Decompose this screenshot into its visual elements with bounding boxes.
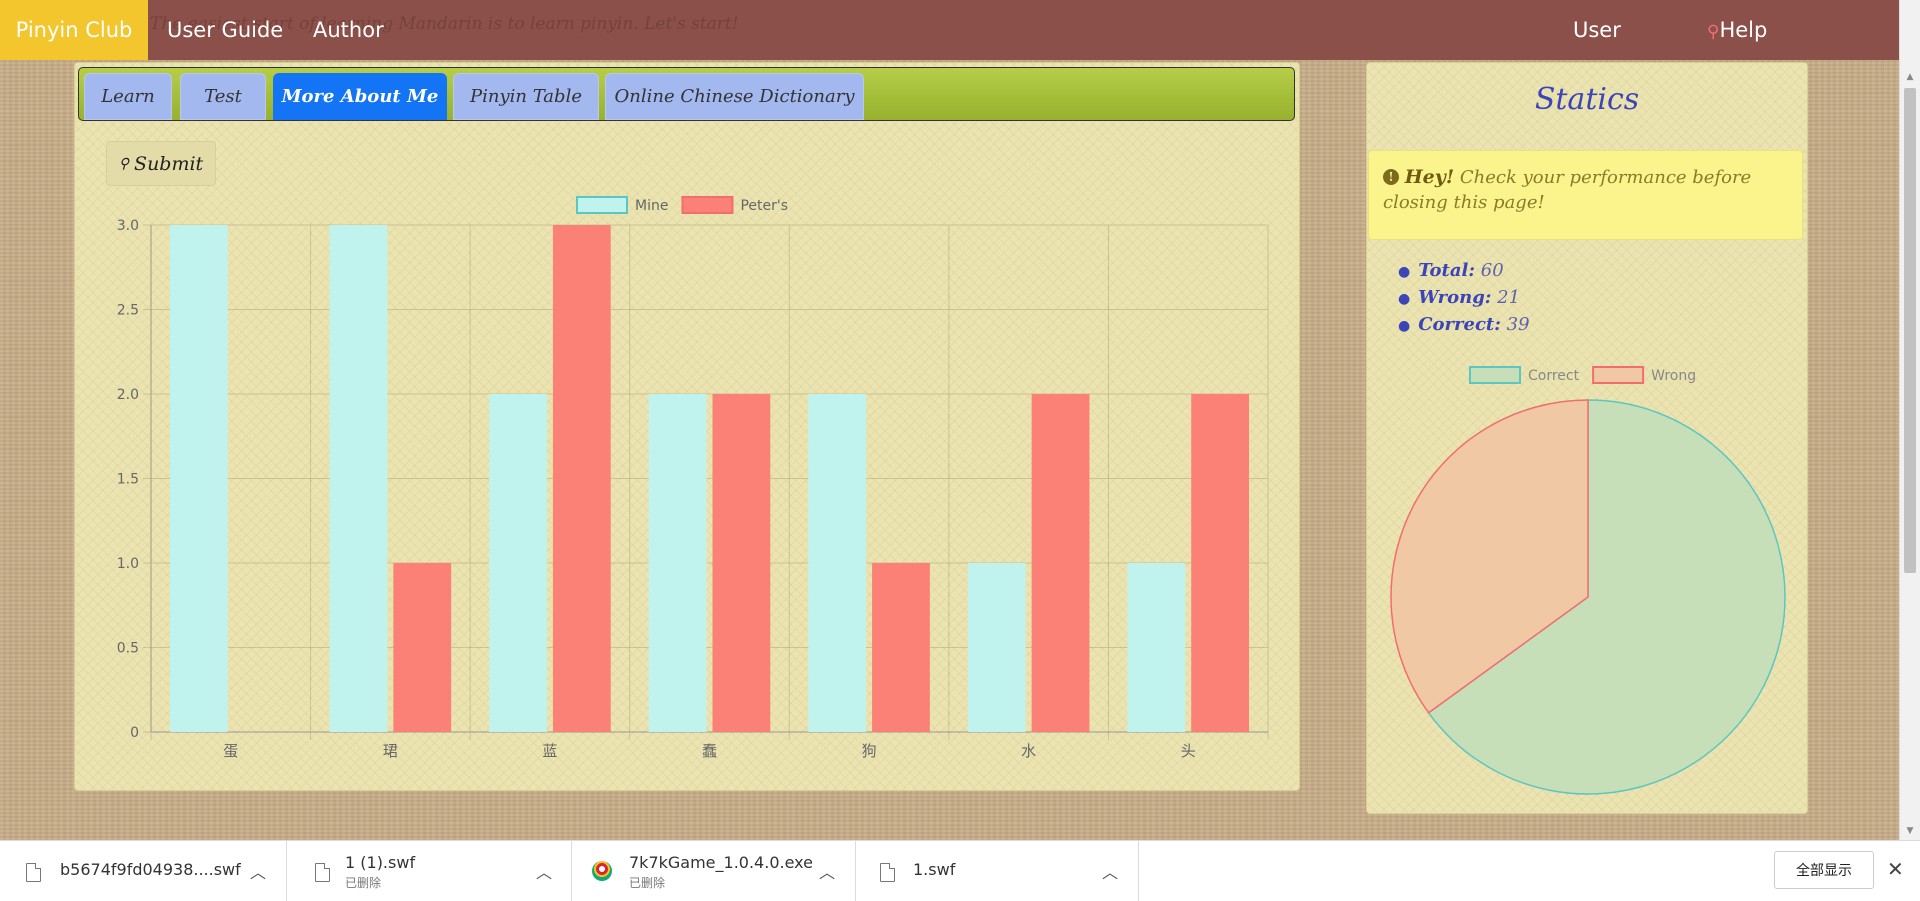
download-item[interactable]: 7k7kGame_1.0.4.0.exe 已删除 ︿	[572, 841, 856, 901]
download-item[interactable]: 1 (1).swf 已删除 ︿	[287, 841, 572, 901]
bar-peter	[393, 563, 452, 732]
x-tick-label: 水	[1021, 742, 1036, 760]
legend-label-0: Mine	[635, 198, 668, 214]
y-tick-label: 3.0	[117, 218, 139, 234]
bar-mine	[489, 394, 547, 732]
nav-help-label: Help	[1719, 18, 1768, 42]
x-tick-label: 头	[1181, 742, 1196, 760]
search-icon: ⚲	[118, 155, 130, 172]
stat-correct-label: Correct:	[1418, 314, 1501, 335]
download-status: 已删除	[629, 876, 666, 890]
top-navbar: The easiest start of learning Mandarin i…	[0, 0, 1900, 60]
stat-correct: ● Correct: 39	[1398, 314, 1530, 335]
download-name: 1.swf	[913, 860, 956, 879]
bar-chart: Mine Peter's 0 0.5 1.0 1.5 2.0 2.5 3.0 蛋 珺 蓝 蠢 狗 水 头	[117, 196, 1269, 760]
bar-peter	[1031, 394, 1090, 732]
download-status: 已删除	[345, 876, 382, 890]
show-all-downloads-button[interactable]: 全部显示	[1774, 851, 1874, 889]
nav-help[interactable]: ⚲Help	[1707, 0, 1767, 60]
tab-pinyin-table[interactable]: Pinyin Table	[453, 73, 599, 120]
tab-bar: Learn Test More About Me Pinyin Table On…	[78, 67, 1295, 121]
x-tick-label: 蛋	[223, 742, 238, 760]
bar-mine	[1127, 563, 1186, 732]
stat-correct-value: 39	[1506, 314, 1530, 335]
stat-total-label: Total:	[1418, 260, 1476, 281]
tab-learn[interactable]: Learn	[84, 73, 172, 120]
bar-peter	[1191, 394, 1249, 732]
performance-alert: ! Hey! Check your performance before clo…	[1368, 150, 1803, 240]
bar-peter	[872, 563, 930, 732]
y-tick-label: 0	[130, 725, 139, 741]
download-name: 7k7kGame_1.0.4.0.exe	[629, 853, 813, 872]
scroll-thumb[interactable]	[1904, 88, 1916, 573]
scroll-up-arrow-icon[interactable]: ▲	[1900, 68, 1920, 86]
bar-mine	[170, 225, 228, 732]
bar-mine	[967, 563, 1026, 732]
bar-mine	[808, 394, 867, 732]
y-tick-label: 1.0	[117, 556, 139, 572]
y-tick-label: 0.5	[117, 641, 139, 657]
file-icon	[315, 863, 330, 882]
download-item[interactable]: b5674f9fd04938....swf ︿	[0, 841, 287, 901]
legend-swatch-0	[576, 196, 628, 214]
stat-wrong-value: 21	[1497, 287, 1521, 308]
submit-label: Submit	[134, 152, 204, 175]
chevron-up-icon[interactable]: ︿	[536, 859, 552, 883]
search-icon: ⚲	[1707, 22, 1720, 42]
pie-chart: Correct Wrong	[1390, 366, 1786, 795]
game-app-icon	[592, 861, 612, 881]
stat-total-value: 60	[1480, 260, 1504, 281]
y-tick-label: 1.5	[117, 472, 139, 488]
pie-legend-label-1: Wrong	[1651, 368, 1696, 384]
nav-author[interactable]: Author	[313, 0, 384, 60]
scroll-down-arrow-icon[interactable]: ▼	[1900, 822, 1920, 840]
info-icon: !	[1383, 169, 1399, 185]
stat-wrong-label: Wrong:	[1418, 287, 1492, 308]
download-bar: b5674f9fd04938....swf ︿ 1 (1).swf 已删除 ︿ …	[0, 840, 1920, 901]
legend-swatch-1	[681, 196, 734, 214]
pie-legend-label-0: Correct	[1528, 368, 1580, 384]
chevron-up-icon[interactable]: ︿	[819, 859, 835, 883]
alert-strong: Hey!	[1404, 166, 1455, 188]
close-icon[interactable]: ✕	[1887, 857, 1904, 881]
bar-mine	[648, 394, 707, 732]
stat-wrong: ● Wrong: 21	[1398, 287, 1521, 308]
chevron-up-icon[interactable]: ︿	[250, 859, 266, 883]
y-tick-label: 2.5	[117, 303, 139, 319]
file-icon	[26, 863, 41, 882]
legend-label-1: Peter's	[740, 198, 788, 214]
tab-online-chinese-dictionary[interactable]: Online Chinese Dictionary	[605, 73, 864, 120]
download-name: 1 (1).swf	[345, 853, 416, 872]
nav-user-guide[interactable]: User Guide	[167, 0, 283, 60]
nav-user[interactable]: User	[1573, 0, 1621, 60]
bar-mine	[329, 225, 388, 732]
x-tick-label: 蠢	[702, 742, 717, 760]
pie-legend-swatch-1	[1592, 366, 1645, 384]
bar-peter	[712, 394, 771, 732]
x-tick-label: 蓝	[542, 742, 557, 760]
x-tick-label: 狗	[862, 742, 877, 760]
submit-button[interactable]: ⚲ Submit	[106, 141, 216, 186]
tab-test[interactable]: Test	[180, 73, 266, 120]
tab-more-about-me[interactable]: More About Me	[273, 73, 447, 120]
chevron-up-icon[interactable]: ︿	[1102, 859, 1118, 883]
file-icon	[880, 863, 895, 882]
page-scrollbar[interactable]: ▲ ▼	[1899, 0, 1920, 840]
x-tick-label: 珺	[383, 742, 398, 760]
brand-logo[interactable]: Pinyin Club	[0, 0, 148, 60]
download-item[interactable]: 1.swf ︿	[856, 841, 1139, 901]
pie-legend-swatch-0	[1469, 366, 1521, 384]
stat-total: ● Total: 60	[1398, 260, 1504, 281]
statics-title: Statics	[1534, 82, 1640, 117]
download-name: b5674f9fd04938....swf	[60, 860, 241, 879]
y-tick-label: 2.0	[117, 387, 139, 403]
stats-list: ● Total: 60 ● Wrong: 21 ● Correct: 39	[1398, 258, 1530, 339]
bar-peter	[552, 225, 611, 732]
